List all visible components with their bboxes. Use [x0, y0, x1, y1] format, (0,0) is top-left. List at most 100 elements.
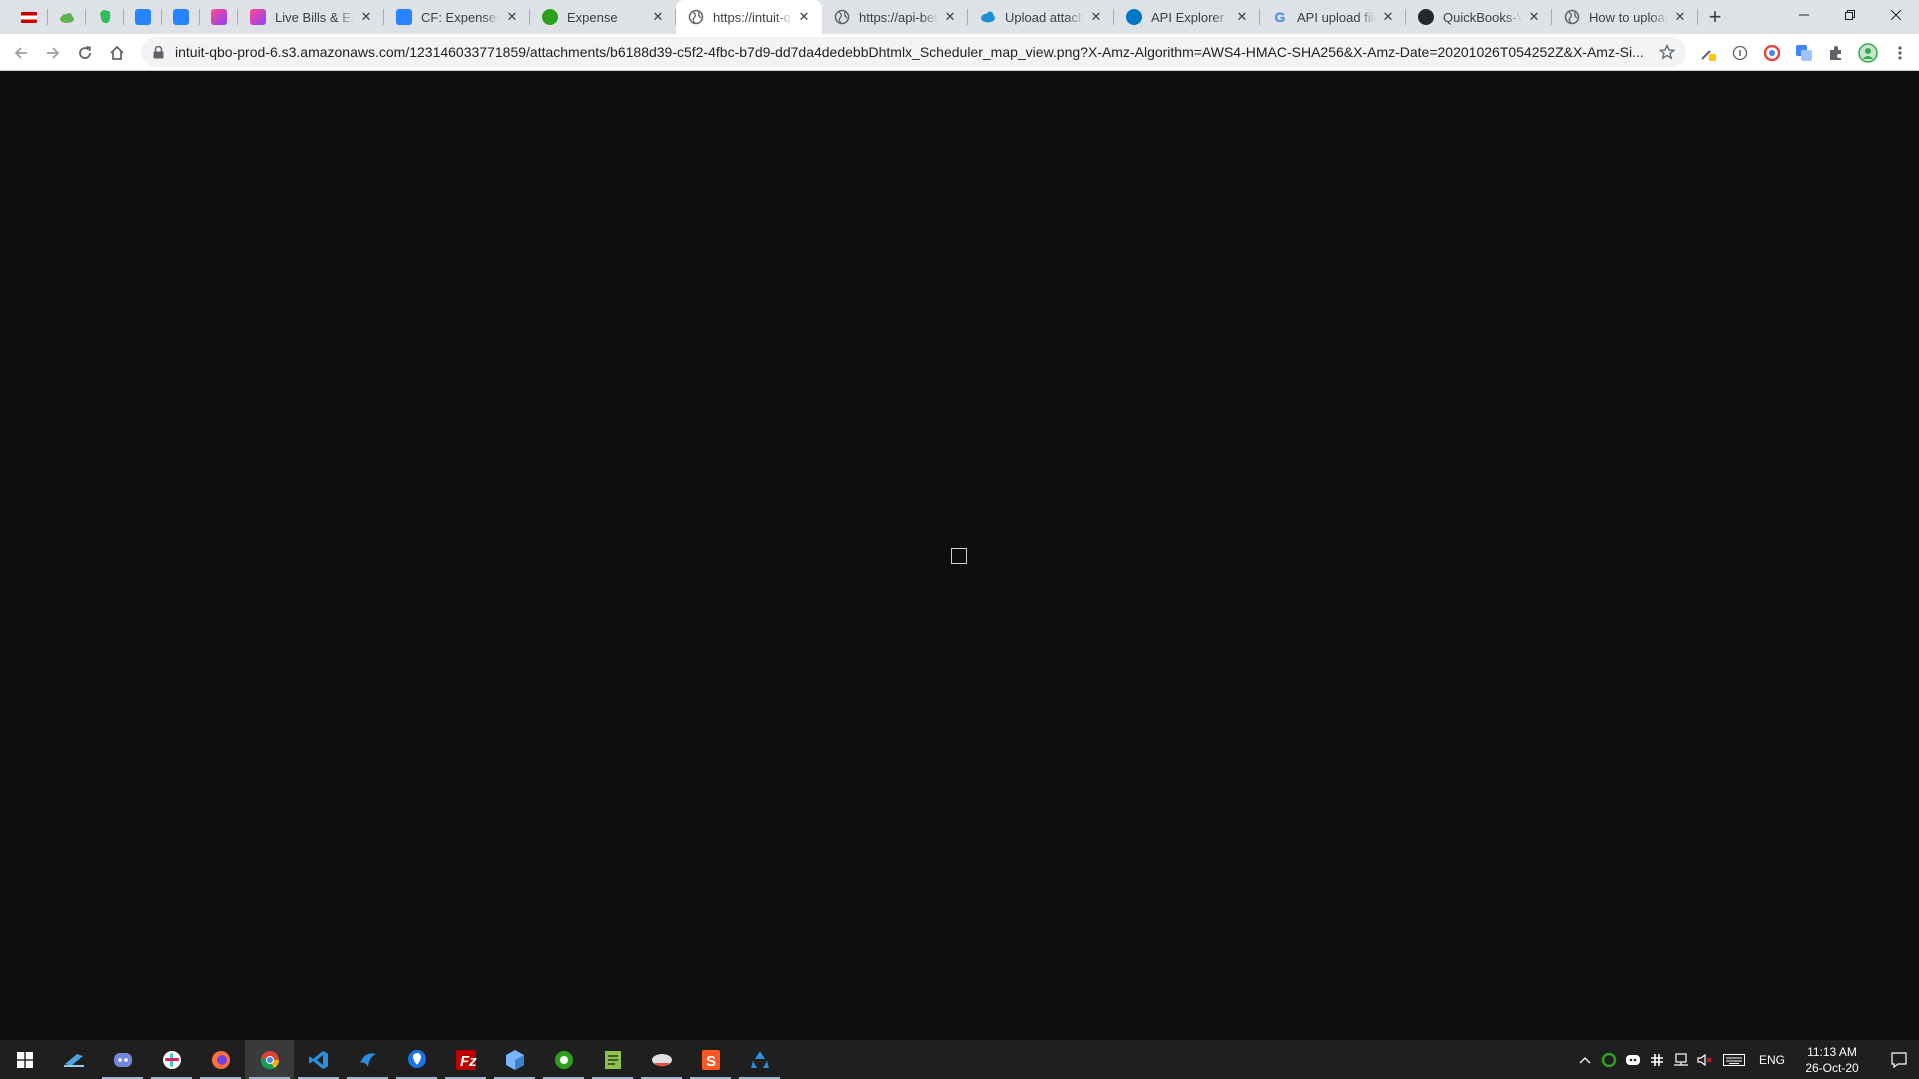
url-text[interactable]: intuit-qbo-prod-6.s3.amazonaws.com/12314… [175, 44, 1654, 60]
extension-info[interactable] [1726, 39, 1754, 67]
taskbar-app-11[interactable] [490, 1040, 539, 1079]
window-controls [1781, 0, 1919, 34]
tab-4-active[interactable]: https://intuit-q ✕ [676, 0, 822, 34]
pinned-tabs [0, 0, 238, 34]
address-bar[interactable]: intuit-qbo-prod-6.s3.amazonaws.com/12314… [141, 37, 1686, 67]
language-indicator[interactable]: ENG [1759, 1053, 1785, 1067]
tab-title: Upload attachm [1005, 9, 1084, 25]
taskbar-vscode[interactable] [294, 1040, 343, 1079]
close-icon[interactable]: ✕ [358, 9, 374, 25]
clock-time: 11:13 AM [1807, 1044, 1857, 1059]
slack-icon [162, 1050, 181, 1069]
dolphin-app-icon [651, 1053, 672, 1066]
menu-button[interactable] [1886, 39, 1914, 67]
volume-muted-icon[interactable] [1693, 1040, 1717, 1079]
color-wheel-icon [1764, 45, 1780, 61]
close-icon[interactable]: ✕ [1380, 9, 1396, 25]
close-icon[interactable]: ✕ [504, 9, 520, 25]
home-button[interactable] [103, 39, 131, 67]
browser-toolbar: intuit-qbo-prod-6.s3.amazonaws.com/12314… [0, 34, 1919, 71]
lock-icon[interactable] [151, 45, 165, 59]
taskbar-app-16[interactable] [735, 1040, 784, 1079]
translate-icon [1796, 45, 1812, 61]
flag-icon [21, 11, 37, 23]
tab-2[interactable]: CF: Expenses: C ✕ [384, 0, 530, 34]
svg-text:S: S [706, 1053, 716, 1070]
pinned-tab-4[interactable] [124, 0, 162, 34]
close-icon[interactable]: ✕ [650, 9, 666, 25]
pinned-tab-5[interactable] [162, 0, 200, 34]
pinned-tab-6[interactable] [200, 0, 238, 34]
recycle-tray-icon[interactable] [1597, 1040, 1621, 1079]
taskbar-app-12[interactable] [539, 1040, 588, 1079]
close-icon[interactable]: ✕ [942, 9, 958, 25]
extension-eyedropper[interactable] [1694, 39, 1722, 67]
extensions-button[interactable] [1822, 39, 1850, 67]
taskbar-chrome[interactable] [245, 1040, 294, 1079]
slack-tray-icon[interactable] [1645, 1040, 1669, 1079]
pinned-tab-3[interactable] [86, 0, 124, 34]
close-icon[interactable]: ✕ [1526, 9, 1542, 25]
taskbar-app-1[interactable] [49, 1040, 98, 1079]
tab-3[interactable]: Expense ✕ [530, 0, 676, 34]
tab-10[interactable]: How to upload ✕ [1552, 0, 1698, 34]
taskbar-firefox[interactable] [196, 1040, 245, 1079]
windows-logo-icon [16, 1051, 33, 1068]
new-tab-button[interactable]: + [1698, 0, 1732, 34]
restore-button[interactable] [1827, 0, 1873, 30]
start-button[interactable] [0, 1040, 49, 1079]
home-icon [110, 45, 124, 60]
evernote-icon [97, 9, 113, 25]
discord-icon [113, 1052, 132, 1067]
tab-strip: Live Bills & Exp ✕ CF: Expenses: C ✕ Exp… [0, 0, 1919, 34]
keyboard-icon[interactable] [1717, 1040, 1751, 1079]
pinned-tab-1[interactable] [10, 0, 48, 34]
close-icon[interactable]: ✕ [1234, 9, 1250, 25]
network-icon[interactable] [1669, 1040, 1693, 1079]
forward-button[interactable] [39, 39, 67, 67]
taskbar-app-14[interactable] [637, 1040, 686, 1079]
bird-app-icon [359, 1052, 376, 1067]
intuit-icon [1126, 9, 1142, 25]
globe-icon [1564, 9, 1580, 25]
pinned-tab-2[interactable] [48, 0, 86, 34]
profile-button[interactable] [1854, 39, 1882, 67]
kebab-menu-icon [1898, 46, 1902, 60]
green-circle-app-icon [554, 1050, 573, 1069]
close-icon [1891, 10, 1901, 20]
taskbar-maps[interactable] [392, 1040, 441, 1079]
close-icon[interactable]: ✕ [1672, 9, 1688, 25]
chevron-up-icon[interactable] [1573, 1040, 1597, 1079]
tab-9[interactable]: QuickBooks-V3 ✕ [1406, 0, 1552, 34]
windows-taskbar: Fz S ENG 11:13 AM 26-Oct-20 [0, 1040, 1919, 1079]
tab-5[interactable]: https://api-beta ✕ [822, 0, 968, 34]
google-icon: G [1274, 9, 1286, 25]
svg-text:Fz: Fz [460, 1053, 477, 1070]
notification-center-button[interactable] [1879, 1040, 1919, 1079]
back-button[interactable] [7, 39, 35, 67]
minimize-button[interactable] [1781, 0, 1827, 30]
tab-7[interactable]: API Explorer ✕ [1114, 0, 1260, 34]
close-window-button[interactable] [1873, 0, 1919, 30]
tab-1[interactable]: Live Bills & Exp ✕ [238, 0, 384, 34]
jira-icon [135, 9, 151, 25]
discord-tray-icon[interactable] [1621, 1040, 1645, 1079]
extension-translate[interactable] [1790, 39, 1818, 67]
reload-button[interactable] [71, 39, 99, 67]
taskbar-slack[interactable] [147, 1040, 196, 1079]
extension-color[interactable] [1758, 39, 1786, 67]
taskbar-filezilla[interactable]: Fz [441, 1040, 490, 1079]
close-icon[interactable]: ✕ [796, 9, 812, 25]
tab-6[interactable]: Upload attachm ✕ [968, 0, 1114, 34]
bookmark-star-icon[interactable] [1654, 39, 1680, 65]
tab-8[interactable]: G API upload file ✕ [1260, 0, 1406, 34]
taskbar-discord[interactable] [98, 1040, 147, 1079]
taskbar-app-8[interactable] [343, 1040, 392, 1079]
taskbar-notepad[interactable] [588, 1040, 637, 1079]
broken-image-placeholder[interactable] [951, 548, 967, 564]
confluence-icon [396, 9, 412, 25]
close-icon[interactable]: ✕ [1088, 9, 1104, 25]
taskbar-sublime[interactable]: S [686, 1040, 735, 1079]
system-clock[interactable]: 11:13 AM 26-Oct-20 [1797, 1044, 1867, 1076]
tab-title: CF: Expenses: C [421, 9, 500, 25]
